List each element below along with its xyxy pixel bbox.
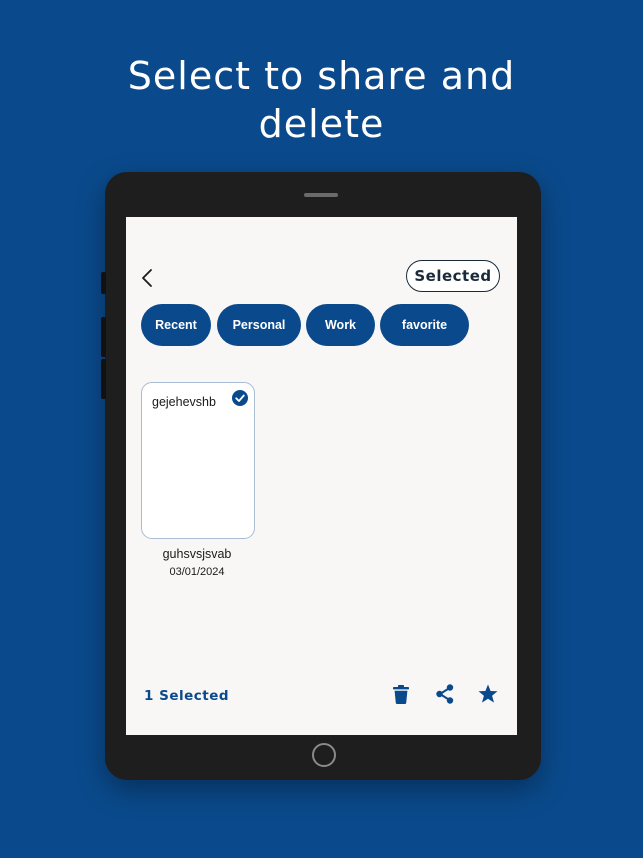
chip-work[interactable]: Work	[306, 304, 375, 346]
app-screen: Selected Recent Personal Work favorite g…	[126, 217, 517, 735]
star-icon	[478, 684, 498, 703]
note-card[interactable]: gejehevshb	[141, 382, 255, 539]
selected-mode-button[interactable]: Selected	[406, 260, 500, 292]
headline-line-2: delete	[258, 102, 385, 146]
delete-button[interactable]	[390, 683, 412, 705]
note-name: guhsvsjsvab	[162, 547, 232, 561]
tablet-side-button	[101, 359, 106, 399]
chip-personal[interactable]: Personal	[217, 304, 301, 346]
selection-count: 1 Selected	[144, 688, 230, 704]
check-circle-icon[interactable]	[232, 390, 248, 406]
headline-line-1: Select to share and	[127, 54, 516, 98]
tablet-frame: Selected Recent Personal Work favorite g…	[101, 172, 541, 780]
share-button[interactable]	[434, 683, 456, 705]
note-date: 03/01/2024	[169, 566, 225, 578]
note-card-title: gejehevshb	[152, 395, 216, 409]
trash-icon	[393, 685, 409, 704]
chip-recent[interactable]: Recent	[141, 304, 211, 346]
tablet-side-button	[101, 272, 106, 294]
back-button[interactable]	[138, 267, 158, 289]
favorite-button[interactable]	[477, 683, 499, 705]
marketing-headline: Select to share and delete	[0, 52, 643, 148]
chip-favorite[interactable]: favorite	[380, 304, 469, 346]
tablet-home-button[interactable]	[312, 743, 336, 767]
share-icon	[436, 684, 454, 704]
tablet-camera-bar	[304, 193, 338, 197]
tablet-side-button	[101, 317, 106, 357]
chevron-left-icon	[142, 269, 152, 287]
